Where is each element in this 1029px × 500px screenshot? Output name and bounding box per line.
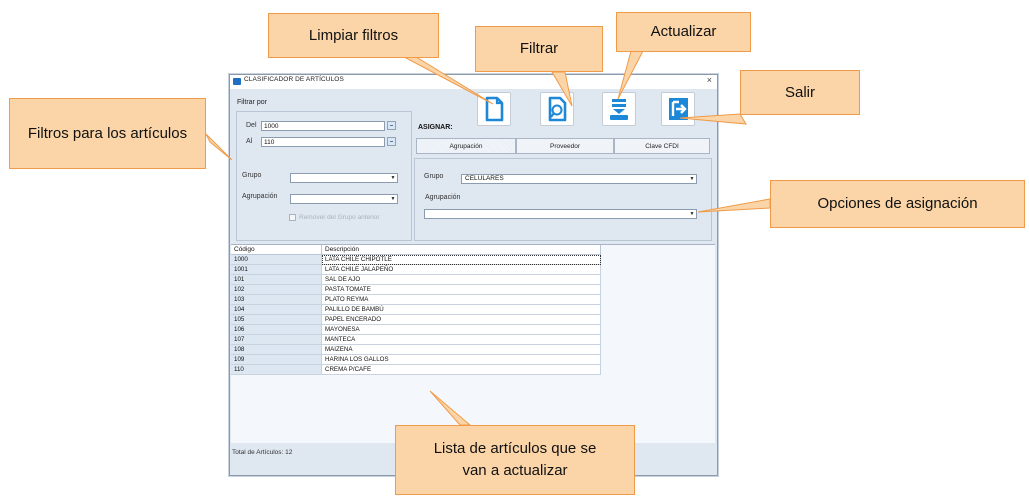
callout-actualizar: Actualizar [616, 12, 751, 52]
callout-limpiar-filtros: Limpiar filtros [268, 13, 439, 58]
callout-filtrar: Filtrar [475, 26, 603, 72]
callout-opciones: Opciones de asignación [770, 180, 1025, 228]
callout-filtros: Filtros para los artículos [9, 98, 206, 169]
callout-salir: Salir [740, 70, 860, 115]
callout-lista: Lista de artículos que se van a actualiz… [395, 425, 635, 495]
